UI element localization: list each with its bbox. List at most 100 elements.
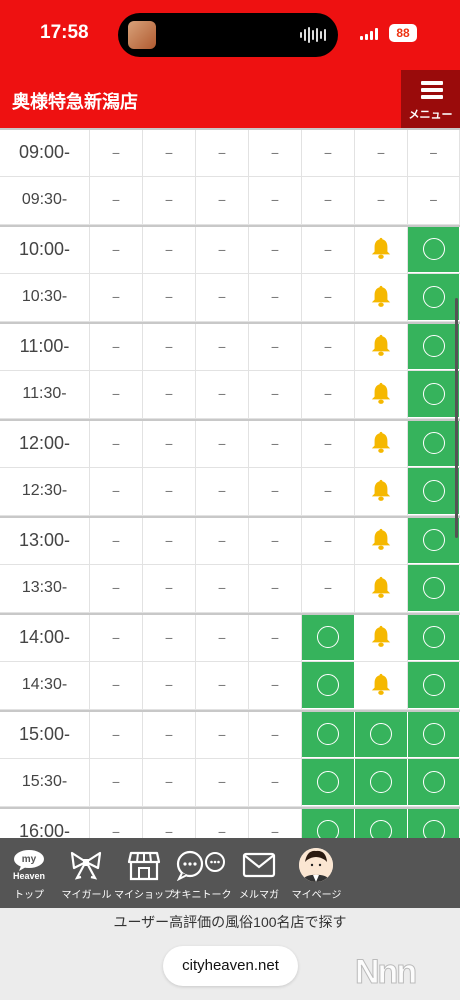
ribbon-icon [58,848,116,882]
notify-slot[interactable] [355,324,408,370]
unavailable-slot: − [196,758,249,806]
available-slot[interactable] [408,227,460,273]
available-slot[interactable] [302,758,355,806]
scrollbar[interactable] [455,298,458,538]
unavailable-slot: − [90,809,143,838]
hamburger-icon [421,81,443,102]
now-playing-thumbnail [128,21,156,49]
time-slot-label: 09:30- [0,176,90,224]
time-slot-label: 12:30- [0,467,90,515]
unavailable-slot: − [143,518,196,564]
notify-slot[interactable] [355,227,408,273]
available-slot[interactable] [408,467,460,515]
unavailable-slot: − [196,615,249,661]
tab-mail-magazine[interactable]: メルマガ [230,838,288,908]
circle-icon [422,626,445,649]
circle-icon [317,673,339,696]
unavailable-slot: − [90,661,143,709]
schedule-row: 09:00- − − − − − − − [0,128,460,177]
circle-icon [422,432,445,455]
tab-top[interactable]: my Heaven トップ [0,838,58,908]
unavailable-slot: − [249,467,302,515]
address-bar[interactable]: cityheaven.net [163,946,298,986]
available-slot[interactable] [355,712,408,758]
schedule-row: 11:30- − − − − − [0,370,460,419]
status-bar: 17:58 88 [0,0,460,70]
unavailable-slot: − [408,130,460,176]
available-slot[interactable] [408,615,460,661]
menu-button[interactable]: メニュー [401,70,460,128]
signal-icon [360,28,378,40]
unavailable-slot: − [143,564,196,612]
unavailable-slot: − [90,518,143,564]
tab-label: マイガール [61,890,112,901]
unavailable-slot: − [302,370,355,418]
available-slot[interactable] [408,809,460,838]
notify-slot[interactable] [355,370,408,418]
notify-slot[interactable] [355,421,408,467]
available-slot[interactable] [408,564,460,612]
logo-my-text: my [22,854,37,865]
unavailable-slot: − [90,758,143,806]
circle-icon [422,285,445,308]
circle-icon [370,770,392,793]
available-slot[interactable] [302,615,355,661]
unavailable-slot: − [249,370,302,418]
available-slot[interactable] [302,661,355,709]
dynamic-island[interactable] [118,13,338,57]
unavailable-slot: − [143,370,196,418]
available-slot[interactable] [355,809,408,838]
bell-icon [370,672,392,699]
circle-icon [370,723,392,746]
available-slot[interactable] [408,758,460,806]
unavailable-slot: − [143,130,196,176]
unavailable-slot: − [196,176,249,224]
time-slot-label: 13:30- [0,564,90,612]
notify-slot[interactable] [355,273,408,321]
bell-icon [370,284,392,311]
mail-icon [230,848,288,882]
tab-my-page[interactable]: マイページ [288,838,346,908]
unavailable-slot: − [355,176,408,224]
shop-icon [115,848,173,882]
notify-slot[interactable] [355,661,408,709]
unavailable-slot: − [355,130,408,176]
unavailable-slot: − [249,421,302,467]
schedule-row: 16:00- − − − − [0,807,460,838]
available-slot[interactable] [408,273,460,321]
audio-wave-icon [300,27,326,43]
unavailable-slot: − [249,661,302,709]
promo-tagline[interactable]: ユーザー高評価の風俗100名店で探す [0,912,460,932]
available-slot[interactable] [302,712,355,758]
available-slot[interactable] [355,758,408,806]
menu-label: メニュー [408,109,453,121]
unavailable-slot: − [249,758,302,806]
tab-my-girl[interactable]: マイガール [58,838,116,908]
watermark: Nnn [354,953,417,992]
tab-okini-talk[interactable]: オキニトーク [172,838,232,908]
unavailable-slot: − [249,615,302,661]
unavailable-slot: − [249,324,302,370]
my-heaven-logo-icon: my Heaven [0,848,58,882]
available-slot[interactable] [408,370,460,418]
available-slot[interactable] [408,712,460,758]
unavailable-slot: − [196,467,249,515]
shop-name[interactable]: 奥様特急新潟店 [12,88,138,114]
available-slot[interactable] [408,661,460,709]
notify-slot[interactable] [355,615,408,661]
unavailable-slot: − [90,227,143,273]
tab-label: オキニトーク [171,890,232,901]
circle-icon [317,723,339,746]
tab-my-shop[interactable]: マイショップ [114,838,174,908]
circle-icon [422,238,445,261]
available-slot[interactable] [408,324,460,370]
available-slot[interactable] [408,421,460,467]
notify-slot[interactable] [355,518,408,564]
available-slot[interactable] [302,809,355,838]
bell-icon [370,624,392,651]
notify-slot[interactable] [355,467,408,515]
unavailable-slot: − [143,809,196,838]
available-slot[interactable] [408,518,460,564]
bell-icon [370,236,392,263]
notify-slot[interactable] [355,564,408,612]
